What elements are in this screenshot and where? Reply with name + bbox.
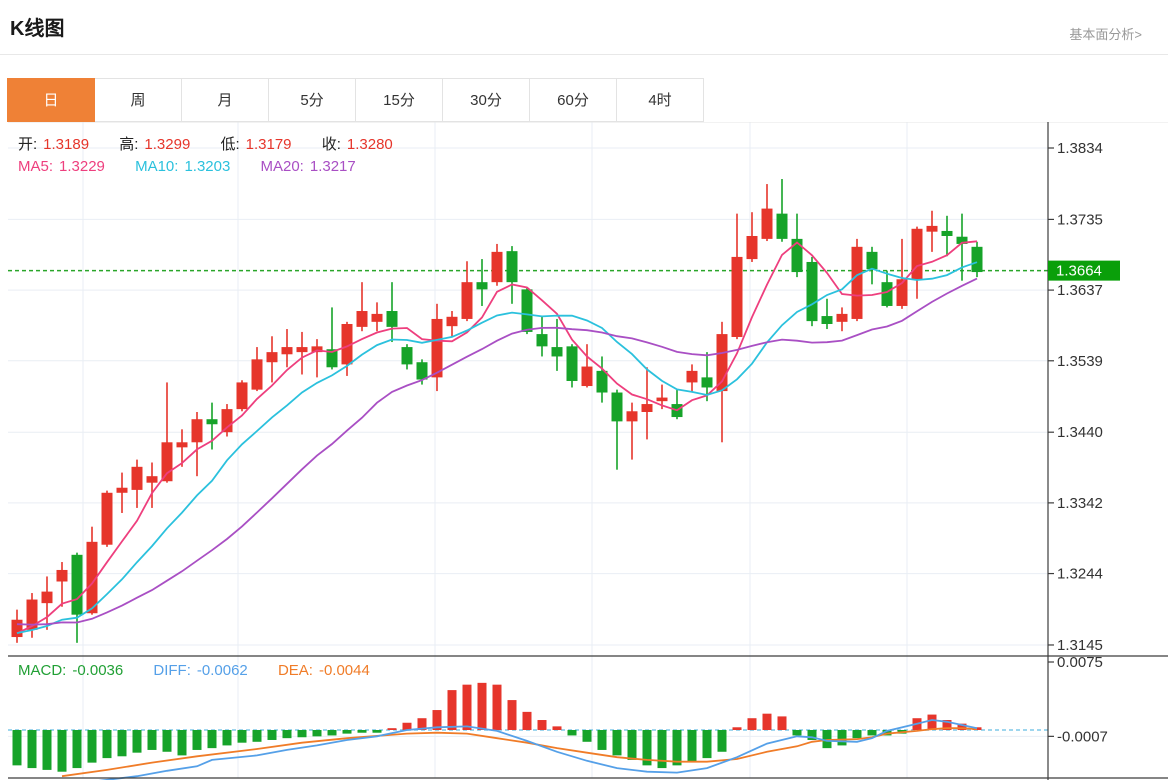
- page-title: K线图: [10, 18, 65, 40]
- tab-30min[interactable]: 30分: [442, 78, 530, 122]
- diff-label: DIFF:: [153, 662, 191, 679]
- tab-5min[interactable]: 5分: [268, 78, 356, 122]
- kline-chart-canvas[interactable]: 1.3834 1.3735 1.3637 1.3539 1.3440 1.3342 1.32…: [8, 121, 1168, 780]
- svg-text:1.3834: 1.3834: [1057, 140, 1103, 157]
- svg-text:1.3637: 1.3637: [1057, 282, 1103, 299]
- svg-text:1.3539: 1.3539: [1057, 353, 1103, 370]
- header-divider: [0, 54, 1168, 55]
- kline-chart[interactable]: 1.3834 1.3735 1.3637 1.3539 1.3440 1.3342 1.32…: [8, 121, 1168, 780]
- tab-4hour[interactable]: 4时: [616, 78, 704, 122]
- low-label: 低:: [220, 136, 240, 153]
- svg-text:1.3342: 1.3342: [1057, 495, 1103, 512]
- ma10-value: 1.3203: [184, 158, 231, 175]
- close-label: 收:: [321, 136, 341, 153]
- open-value: 1.3189: [43, 136, 90, 153]
- svg-text:1.3440: 1.3440: [1057, 424, 1103, 441]
- tab-60min[interactable]: 60分: [529, 78, 617, 122]
- ma20-label: MA20:: [260, 158, 304, 175]
- timeframe-tabbar: 日 周 月 5分 15分 30分 60分 4时: [7, 78, 704, 122]
- ohlc-legend: 开: 1.3189 高: 1.3299 低: 1.3179 收: 1.3280: [18, 133, 399, 154]
- svg-text:1.3145: 1.3145: [1057, 637, 1103, 654]
- tab-15min[interactable]: 15分: [355, 78, 443, 122]
- tab-day[interactable]: 日: [7, 78, 95, 122]
- svg-text:0.0075: 0.0075: [1057, 654, 1103, 671]
- svg-text:1.3244: 1.3244: [1057, 566, 1103, 583]
- svg-text:1.3735: 1.3735: [1057, 211, 1103, 228]
- ma5-value: 1.3229: [59, 158, 105, 175]
- dea-value: -0.0044: [318, 662, 370, 679]
- macd-legend: MACD: -0.0036 DIFF: -0.0062 DEA: -0.0044: [18, 662, 376, 679]
- tab-week[interactable]: 周: [94, 78, 182, 122]
- ma20-value: 1.3217: [309, 158, 356, 175]
- diff-value: -0.0062: [196, 662, 248, 679]
- open-label: 开:: [18, 136, 38, 153]
- close-value: 1.3280: [346, 136, 393, 153]
- dea-label: DEA:: [277, 662, 313, 679]
- ma10-label: MA10:: [135, 158, 179, 175]
- high-label: 高:: [119, 136, 139, 153]
- macd-value: -0.0036: [72, 662, 124, 679]
- high-value: 1.3299: [144, 136, 191, 153]
- tab-month[interactable]: 月: [181, 78, 269, 122]
- svg-text:-0.0007: -0.0007: [1057, 728, 1108, 745]
- low-value: 1.3179: [245, 136, 292, 153]
- kline-page: { "header": { "title": "K线图", "link": "基…: [0, 0, 1168, 780]
- svg-text:1.3664: 1.3664: [1056, 263, 1102, 280]
- ma5-label: MA5:: [18, 158, 54, 175]
- macd-label: MACD:: [18, 662, 67, 679]
- fundamental-analysis-link[interactable]: 基本面分析>: [1069, 24, 1142, 43]
- ma-legend: MA5: 1.3229 MA10: 1.3203 MA20: 1.3217: [18, 158, 362, 175]
